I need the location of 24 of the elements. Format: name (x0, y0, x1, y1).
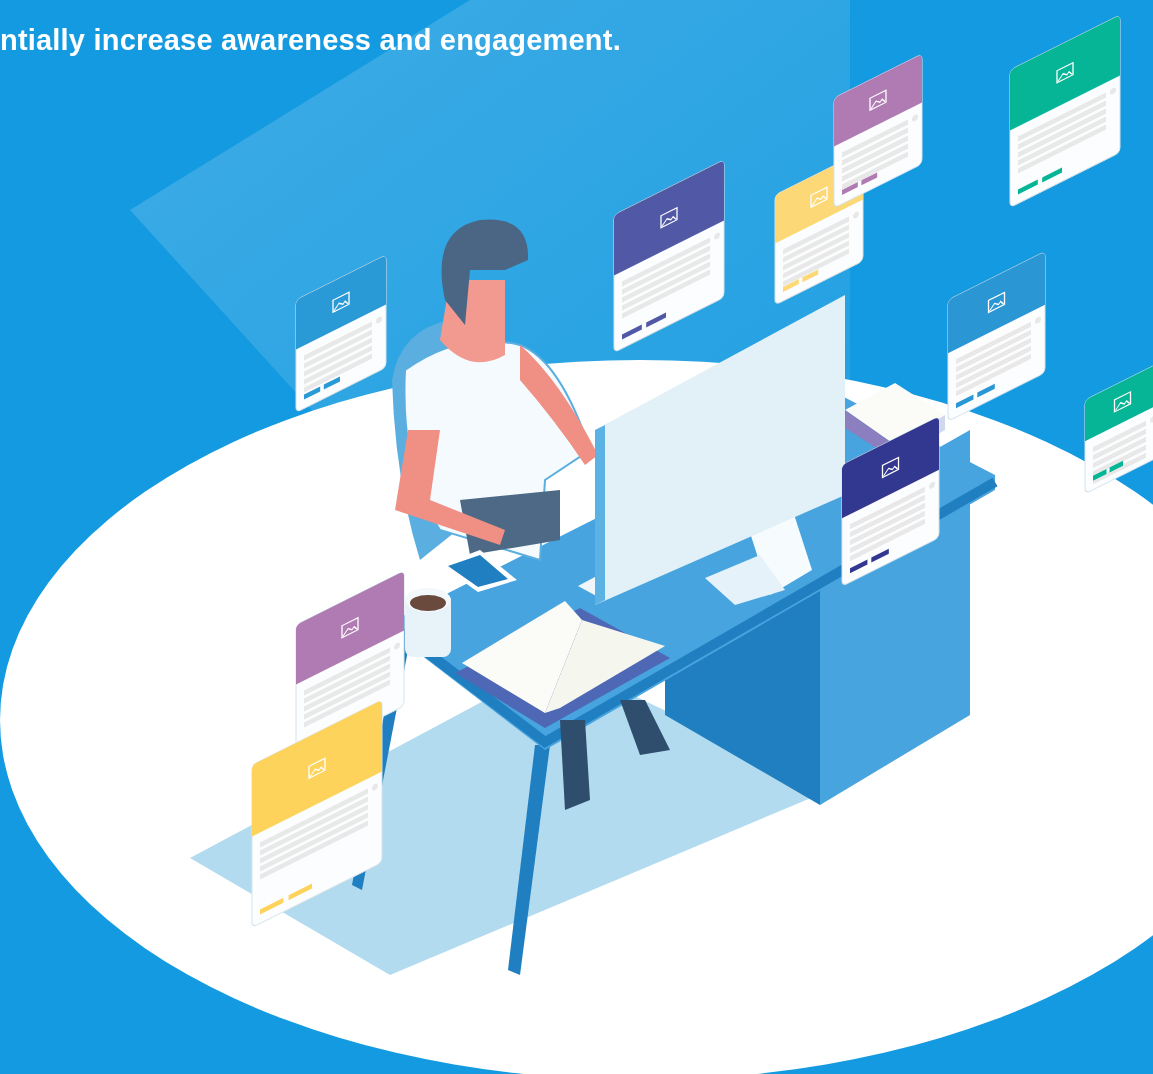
image-icon (987, 291, 1006, 314)
image-icon (308, 757, 326, 780)
tag-bar (871, 548, 889, 563)
text-lines-drawing (842, 119, 908, 190)
tag-bar (861, 172, 878, 186)
tag-bar (802, 269, 819, 283)
image-icon (869, 89, 887, 112)
leg-drawing (620, 700, 670, 755)
headline: ntially increase awareness and engagement. (0, 23, 622, 58)
tag-bar (850, 559, 868, 574)
image-icon (341, 616, 359, 639)
image-icon (881, 456, 900, 479)
tag-bar (1018, 179, 1038, 195)
text-lines-drawing (783, 216, 849, 287)
image-icon (332, 291, 350, 314)
tag-bar (977, 383, 995, 398)
image-icon (660, 206, 678, 229)
image-icon (1113, 390, 1132, 413)
image-icon (1056, 61, 1074, 84)
tag-bar (622, 324, 642, 340)
text-lines-drawing (304, 321, 372, 393)
tag-bar (956, 394, 974, 409)
image-icon (810, 186, 828, 209)
text-lines-drawing (1093, 420, 1146, 485)
